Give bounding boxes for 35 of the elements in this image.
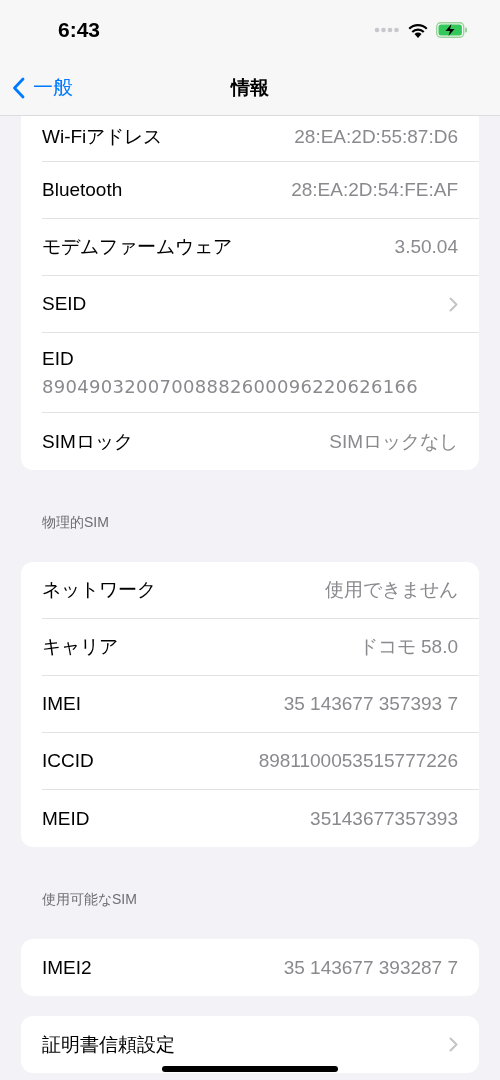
row-value: ドコモ 58.0 bbox=[358, 635, 458, 659]
row-value: 28:EA:2D:54:FE:AF bbox=[291, 179, 458, 201]
settings-row[interactable]: 証明書信頼設定 bbox=[42, 1016, 479, 1073]
row-value: SIMロックなし bbox=[329, 429, 458, 454]
row-label: ICCID bbox=[42, 750, 94, 772]
battery-charging-icon bbox=[436, 22, 468, 38]
row-label: EID bbox=[42, 348, 74, 370]
row-value: 3.50.04 bbox=[394, 236, 458, 258]
nav-title: 情報 bbox=[231, 75, 269, 100]
chevron-left-icon bbox=[12, 76, 25, 99]
back-button[interactable]: 一般 bbox=[12, 74, 73, 101]
row-value: 35 143677 393287 7 bbox=[283, 956, 458, 979]
row-label: Bluetooth bbox=[42, 179, 123, 201]
signal-icon bbox=[374, 27, 400, 33]
row-label: モデムファームウェア bbox=[42, 235, 232, 259]
row-value: 35143677357393 bbox=[310, 807, 458, 830]
row-value: 89049032007008882600096220626166 bbox=[42, 376, 419, 397]
row-label: ネットワーク bbox=[42, 578, 156, 602]
row-label: キャリア bbox=[42, 635, 118, 659]
settings-row[interactable]: SEID bbox=[42, 276, 479, 333]
row-value: 使用できません bbox=[325, 578, 458, 602]
row-label: IMEI bbox=[42, 693, 82, 715]
section-header: 物理的SIM bbox=[41, 513, 110, 532]
chevron-right-icon bbox=[449, 296, 458, 312]
row-value: 8981100053515777226 bbox=[258, 750, 458, 772]
wifi-icon bbox=[408, 22, 428, 38]
row-label: MEID bbox=[42, 807, 90, 830]
chevron-right-icon bbox=[449, 1037, 458, 1052]
row-label: IMEI2 bbox=[42, 956, 92, 979]
row-value: 35 143677 357393 7 bbox=[283, 693, 458, 715]
row-label: Wi-Fiアドレス bbox=[42, 124, 163, 149]
section-header: 使用可能なSIM bbox=[41, 890, 138, 909]
status-time: 6:43 bbox=[58, 18, 101, 42]
row-value: 28:EA:2D:55:87:D6 bbox=[294, 125, 458, 148]
row-label: SIMロック bbox=[42, 429, 133, 454]
